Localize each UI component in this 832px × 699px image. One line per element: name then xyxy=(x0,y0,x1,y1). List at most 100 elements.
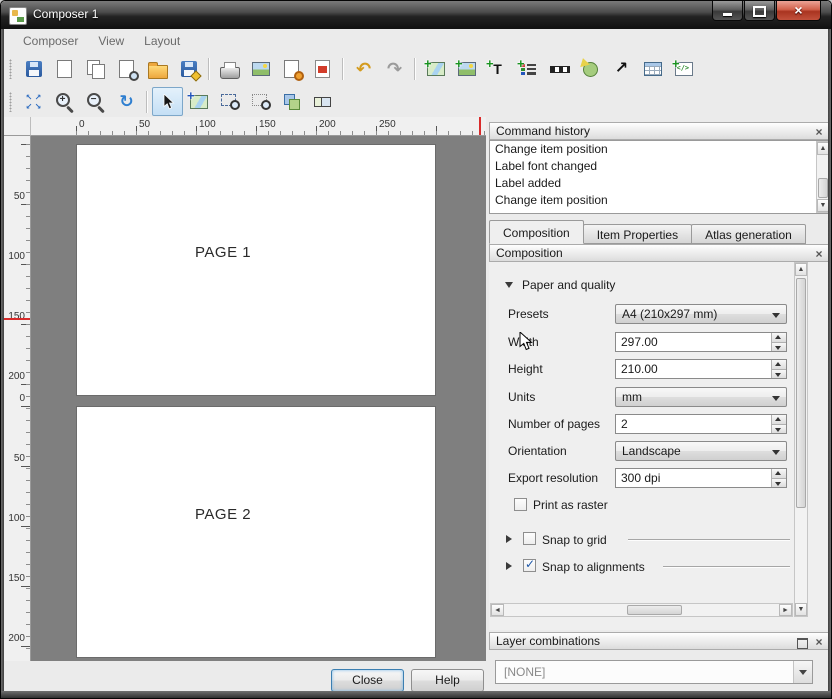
add-image-button[interactable] xyxy=(451,55,482,84)
export-image-button[interactable] xyxy=(245,55,276,84)
print-button[interactable] xyxy=(214,55,245,84)
scrollbar-thumb[interactable] xyxy=(818,178,828,198)
add-html-button[interactable] xyxy=(668,55,699,84)
page-label-item[interactable]: PAGE 1 xyxy=(195,244,251,261)
scroll-left-icon[interactable] xyxy=(491,604,504,616)
ruler-label: 100 xyxy=(199,119,216,130)
menu-composer[interactable]: Composer xyxy=(14,32,87,50)
scroll-right-icon[interactable] xyxy=(779,604,792,616)
spin-down-icon[interactable] xyxy=(772,479,786,488)
load-template-button[interactable] xyxy=(142,55,173,84)
presets-combo[interactable]: A4 (210x297 mm) xyxy=(615,304,787,324)
zoom-in-button[interactable] xyxy=(49,87,80,116)
select-cursor-icon xyxy=(161,94,175,110)
close-panel-icon[interactable] xyxy=(813,636,825,648)
redo-button[interactable] xyxy=(379,55,410,84)
add-legend-button[interactable] xyxy=(513,55,544,84)
toolbar-grip[interactable] xyxy=(9,92,12,112)
close-dialog-button[interactable]: Close xyxy=(331,669,404,692)
height-value[interactable]: 210.00 xyxy=(621,362,658,376)
new-composer-button[interactable] xyxy=(49,55,80,84)
export-resolution-spinbox[interactable]: 300 dpi xyxy=(615,468,787,488)
add-table-button[interactable] xyxy=(637,55,668,84)
tab-atlas-generation[interactable]: Atlas generation xyxy=(691,224,806,244)
scroll-up-icon[interactable] xyxy=(795,263,807,276)
spin-up-icon[interactable] xyxy=(772,415,786,425)
refresh-button[interactable] xyxy=(111,87,142,116)
move-item-content-button[interactable] xyxy=(183,87,214,116)
tab-composition[interactable]: Composition xyxy=(489,220,584,244)
num-pages-value[interactable]: 2 xyxy=(621,417,628,431)
collapse-triangle-icon[interactable] xyxy=(506,562,512,570)
history-item[interactable]: Change item position xyxy=(490,192,830,209)
undo-button[interactable] xyxy=(348,55,379,84)
composition-hscrollbar[interactable] xyxy=(490,603,793,617)
float-panel-icon[interactable] xyxy=(797,638,808,649)
raise-items-button[interactable] xyxy=(276,87,307,116)
snap-to-alignments-checkbox[interactable] xyxy=(523,559,536,572)
export-resolution-value[interactable]: 300 dpi xyxy=(621,471,660,485)
spin-up-icon[interactable] xyxy=(772,333,786,343)
help-button[interactable]: Help xyxy=(411,669,484,692)
snap-to-grid-label: Snap to grid xyxy=(542,533,607,547)
spin-up-icon[interactable] xyxy=(772,360,786,370)
history-item[interactable]: Label added xyxy=(490,175,830,192)
height-spinbox[interactable]: 210.00 xyxy=(615,359,787,379)
close-panel-icon[interactable] xyxy=(813,248,825,260)
orientation-combo[interactable]: Landscape xyxy=(615,441,787,461)
export-svg-button[interactable] xyxy=(276,55,307,84)
collapse-triangle-icon[interactable] xyxy=(506,535,512,543)
svg-page-icon xyxy=(284,60,299,78)
add-map-button[interactable] xyxy=(420,55,451,84)
spin-down-icon[interactable] xyxy=(772,370,786,379)
close-button[interactable] xyxy=(776,1,821,21)
add-label-button[interactable] xyxy=(482,55,513,84)
history-item[interactable]: Label font changed xyxy=(490,158,830,175)
width-value[interactable]: 297.00 xyxy=(621,335,658,349)
composer-page-1[interactable]: PAGE 1 xyxy=(76,144,436,396)
scrollbar-thumb[interactable] xyxy=(796,278,806,508)
titlebar[interactable]: Composer 1 xyxy=(1,1,831,29)
minimize-button[interactable] xyxy=(712,1,743,21)
toolbar-grip[interactable] xyxy=(9,59,12,79)
composition-canvas[interactable]: PAGE 1 PAGE 2 xyxy=(31,136,486,661)
close-panel-icon[interactable] xyxy=(813,126,825,138)
snap-to-grid-checkbox[interactable] xyxy=(523,532,536,545)
zoom-last-icon xyxy=(252,94,267,106)
units-combo[interactable]: mm xyxy=(615,387,787,407)
scroll-down-icon[interactable] xyxy=(795,603,807,616)
tab-item-properties[interactable]: Item Properties xyxy=(583,224,692,244)
zoom-full-button[interactable] xyxy=(18,87,49,116)
collapse-triangle-icon[interactable] xyxy=(505,282,513,288)
duplicate-composer-button[interactable] xyxy=(80,55,111,84)
num-pages-spinbox[interactable]: 2 xyxy=(615,414,787,434)
spin-down-icon[interactable] xyxy=(772,343,786,352)
add-shape-button[interactable] xyxy=(575,55,606,84)
save-project-button[interactable] xyxy=(18,55,49,84)
add-arrow-button[interactable] xyxy=(606,55,637,84)
menu-view[interactable]: View xyxy=(89,32,133,50)
history-item[interactable]: Change item position xyxy=(490,141,830,158)
select-move-item-button[interactable] xyxy=(152,87,183,116)
group-items-button[interactable] xyxy=(307,87,338,116)
window-frame xyxy=(828,28,831,698)
composer-manager-button[interactable] xyxy=(111,55,142,84)
spin-up-icon[interactable] xyxy=(772,469,786,479)
width-spinbox[interactable]: 297.00 xyxy=(615,332,787,352)
export-pdf-button[interactable] xyxy=(307,55,338,84)
composition-vscrollbar[interactable] xyxy=(794,262,808,617)
menu-layout[interactable]: Layout xyxy=(135,32,189,50)
zoom-region-button[interactable] xyxy=(214,87,245,116)
page-label-item[interactable]: PAGE 2 xyxy=(195,506,251,523)
spin-down-icon[interactable] xyxy=(772,425,786,434)
add-scalebar-button[interactable] xyxy=(544,55,575,84)
zoom-last-button[interactable] xyxy=(245,87,276,116)
scrollbar-thumb[interactable] xyxy=(627,605,682,615)
composer-page-2[interactable]: PAGE 2 xyxy=(76,406,436,658)
zoom-out-button[interactable] xyxy=(80,87,111,116)
save-template-button[interactable] xyxy=(173,55,204,84)
orientation-label: Orientation xyxy=(508,444,567,458)
layer-combinations-combo[interactable]: [NONE] xyxy=(495,660,813,684)
maximize-button[interactable] xyxy=(744,1,775,21)
print-as-raster-checkbox[interactable] xyxy=(514,498,527,511)
